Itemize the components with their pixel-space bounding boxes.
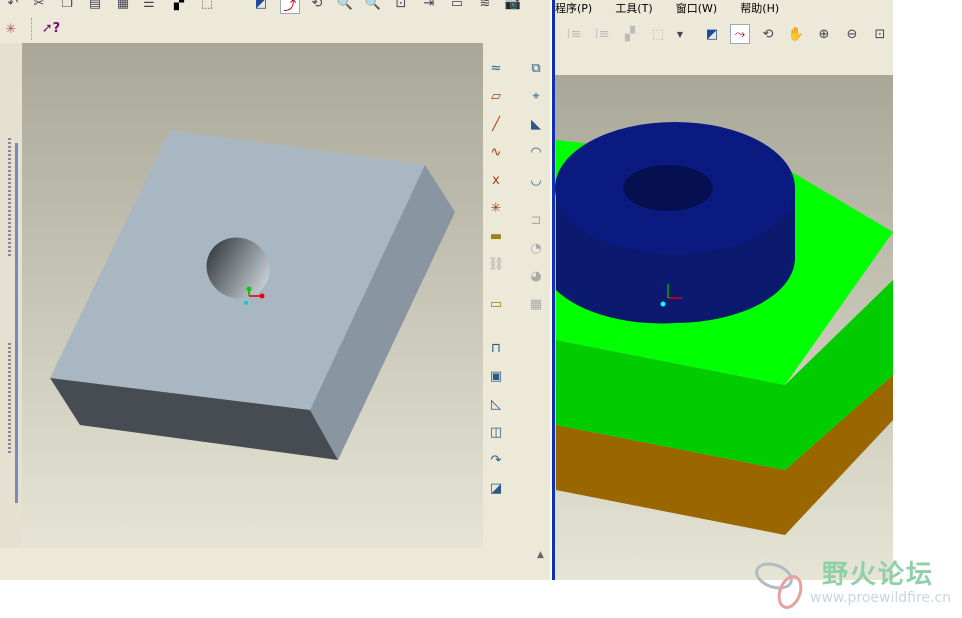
- refit-icon[interactable]: ⊡: [871, 25, 889, 43]
- zoom-out-icon[interactable]: 🔍: [364, 0, 382, 12]
- table-icon[interactable]: ▦: [114, 0, 132, 12]
- cut-icon[interactable]: ✂: [30, 0, 48, 12]
- layers-icon[interactable]: ≋: [476, 0, 494, 12]
- saved-views-icon[interactable]: ▭: [448, 0, 466, 12]
- select-box-icon[interactable]: ⬚: [198, 0, 216, 12]
- sketch-curve-icon[interactable]: ≈: [487, 59, 505, 77]
- rib-icon[interactable]: ◡: [527, 171, 545, 189]
- watermark: 野火论坛 www.proewildfire.cn: [752, 550, 962, 618]
- sweep-icon[interactable]: ◺: [487, 395, 505, 413]
- watermark-url: www.proewildfire.cn: [810, 590, 952, 606]
- revolve-icon[interactable]: ▣: [487, 367, 505, 385]
- copy-icon[interactable]: ❐: [58, 0, 76, 12]
- binoculars-icon[interactable]: ▞: [170, 0, 188, 12]
- menu-help[interactable]: 帮助(H): [740, 2, 779, 15]
- watermark-title: 野火论坛: [822, 560, 935, 590]
- pan-icon[interactable]: ✋: [787, 25, 805, 43]
- extrude-icon[interactable]: ⊓: [487, 339, 505, 357]
- menu-tools[interactable]: 工具(T): [615, 2, 652, 15]
- datum-curve-icon[interactable]: ∿: [487, 143, 505, 161]
- select-box-icon[interactable]: ⬚: [649, 25, 667, 43]
- zoom-out-icon[interactable]: ⊖: [843, 25, 861, 43]
- datum-axis-icon[interactable]: ╱: [487, 115, 505, 133]
- regen-icon[interactable]: ⁞≡: [565, 25, 583, 43]
- draft-icon[interactable]: ⊐: [527, 211, 545, 229]
- chamfer-icon[interactable]: ◕: [527, 267, 545, 285]
- spin-center-icon[interactable]: ⤳: [730, 24, 750, 44]
- menu-program[interactable]: 程序(P): [555, 2, 592, 15]
- datum-point-icon[interactable]: ⅹ: [487, 171, 505, 189]
- repaint-icon[interactable]: ◩: [252, 0, 270, 12]
- paste-icon[interactable]: ▤: [86, 0, 104, 12]
- orient-icon[interactable]: ⇥: [420, 0, 438, 12]
- scroll-up-button[interactable]: ▲: [537, 550, 549, 564]
- refit-icon[interactable]: ⊡: [392, 0, 410, 12]
- regen-manager-icon[interactable]: ⁞≡: [593, 25, 611, 43]
- left-viewport[interactable]: [22, 43, 483, 548]
- coordinate-system-toggle-icon[interactable]: ✳: [2, 20, 20, 38]
- butterfly-logo: [755, 562, 803, 609]
- analysis-icon[interactable]: ▬: [487, 227, 505, 245]
- zoom-in-icon[interactable]: ⊕: [815, 25, 833, 43]
- dropdown-arrow-icon[interactable]: ▼: [671, 25, 689, 43]
- coordinate-system-icon[interactable]: ✳: [487, 199, 505, 217]
- note-icon[interactable]: ▭: [487, 295, 505, 313]
- undo-icon[interactable]: ↶: [4, 0, 22, 12]
- spin-icon[interactable]: ⟲: [308, 0, 326, 12]
- shell-icon[interactable]: ◠: [527, 143, 545, 161]
- right-toolbar: ⁞≡ ⁞≡ ▞ ⬚ ▼ ◩ ⤳ ⟲ ✋ ⊕ ⊖ ⊡: [555, 22, 893, 48]
- datum-plane-icon[interactable]: ▱: [487, 87, 505, 105]
- toolbar-divider: [31, 18, 32, 40]
- left-main-toolbar: ↶ ✂ ❐ ▤ ▦ ☰ ▞ ⬚ ◩ ⤴ ⟲ 🔍 🔍 ⊡ ⇥ ▭ ≋ 📷: [0, 0, 550, 14]
- orient-mode-icon[interactable]: ⟲: [759, 25, 777, 43]
- chain-icon[interactable]: ⛓: [487, 255, 505, 273]
- menu-window[interactable]: 窗口(W): [676, 2, 717, 15]
- datum-display-icon[interactable]: ⤴: [280, 0, 300, 14]
- mirror-icon[interactable]: ◪: [487, 479, 505, 497]
- zoom-in-icon[interactable]: 🔍: [336, 0, 354, 12]
- right-viewport[interactable]: [555, 75, 893, 580]
- camera-icon[interactable]: 📷: [504, 0, 522, 12]
- menu-bar: 程序(P) 工具(T) 窗口(W) 帮助(H): [555, 0, 797, 15]
- left-sidebar-strip[interactable]: [0, 43, 23, 548]
- grid-icon[interactable]: ▦: [527, 295, 545, 313]
- find-icon[interactable]: ▞: [621, 25, 639, 43]
- merge-icon[interactable]: ⧉: [527, 59, 545, 77]
- repaint-icon[interactable]: ◩: [703, 25, 721, 43]
- pattern-icon[interactable]: ⌖: [527, 87, 545, 105]
- whats-this-icon[interactable]: ➚?: [42, 19, 60, 37]
- list-icon[interactable]: ☰: [140, 0, 158, 12]
- boundary-icon[interactable]: ↷: [487, 451, 505, 469]
- feature-toolbar: ≈ ▱ ╱ ∿ ⅹ ✳ ▬ ⛓ ▭ ⊓ ▣ ◺ ◫ ↷ ◪ ⧉ ⌖ ◣ ◠ ◡ …: [483, 43, 550, 548]
- hole-icon[interactable]: ◣: [527, 115, 545, 133]
- round-icon[interactable]: ◔: [527, 239, 545, 257]
- blend-icon[interactable]: ◫: [487, 423, 505, 441]
- cylinder-hole[interactable]: [623, 165, 713, 211]
